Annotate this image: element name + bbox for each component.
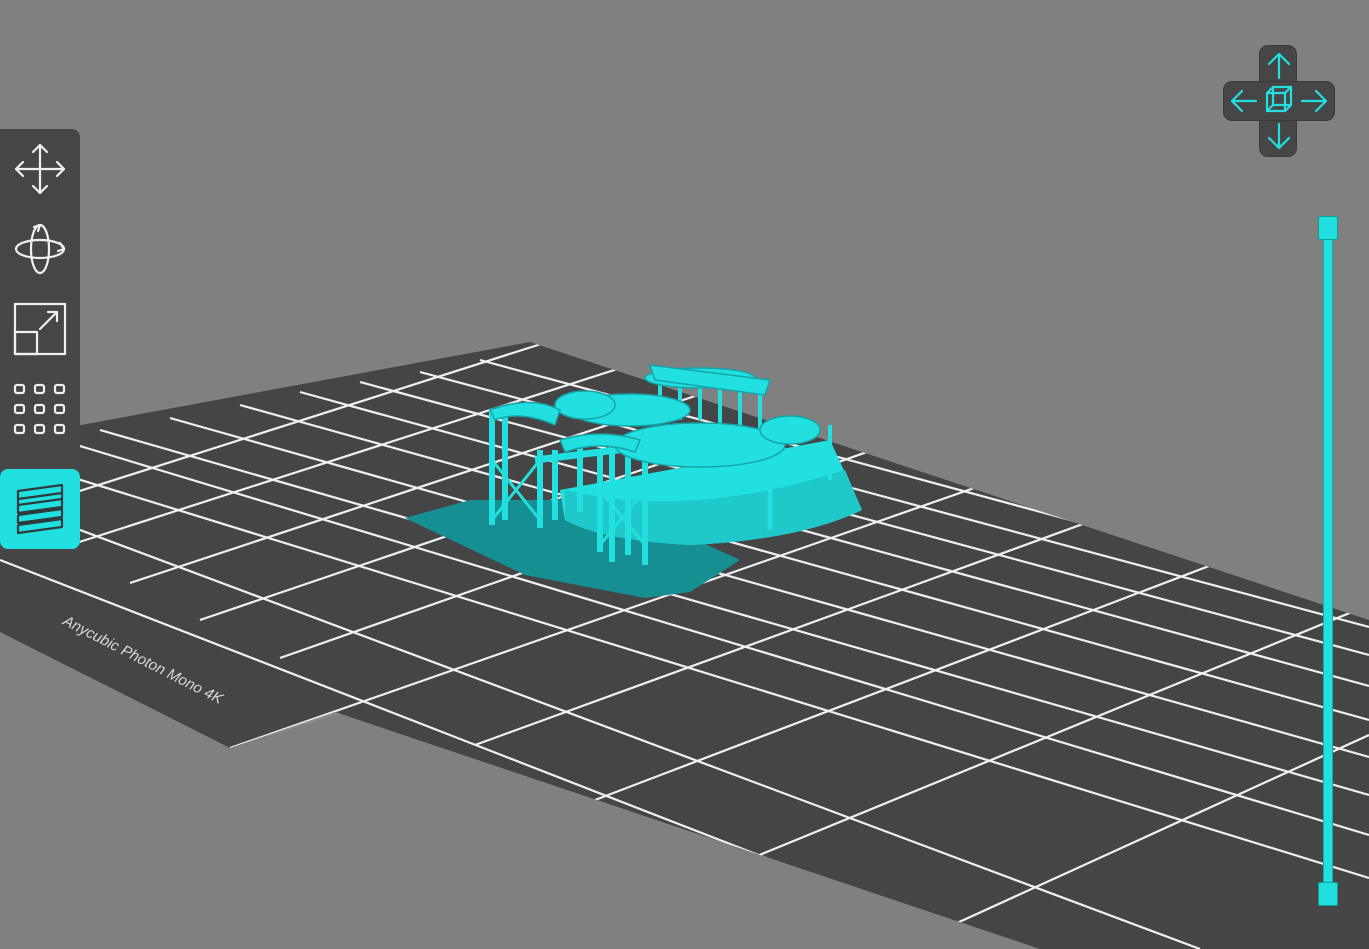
left-toolbar [0, 129, 80, 549]
view-down-arrow-icon[interactable] [1267, 122, 1291, 150]
arrange-tool-button[interactable] [6, 373, 74, 445]
scene-canvas[interactable]: Anycubic Photon Mono 4K [0, 0, 1369, 949]
scale-tool-button[interactable] [6, 293, 74, 365]
rotate-tool-button[interactable] [6, 213, 74, 285]
move-tool-button[interactable] [6, 133, 74, 205]
layers-tool-button[interactable] [0, 469, 80, 549]
layer-slider[interactable] [1316, 216, 1340, 906]
layer-slider-bottom-handle[interactable] [1318, 882, 1338, 906]
layer-slider-track[interactable] [1323, 238, 1333, 884]
layers-icon [16, 483, 64, 535]
view-navigation [1222, 44, 1336, 158]
scale-icon [13, 302, 67, 356]
rotate-icon [14, 223, 66, 275]
layer-slider-top-handle[interactable] [1318, 216, 1338, 240]
view-left-arrow-icon[interactable] [1230, 89, 1258, 113]
3d-viewport[interactable]: Anycubic Photon Mono 4K [0, 0, 1369, 949]
view-right-arrow-icon[interactable] [1300, 89, 1328, 113]
view-cube-icon[interactable] [1265, 85, 1293, 113]
move-arrows-icon [14, 143, 66, 195]
view-nav-icons [1230, 52, 1328, 150]
grid-dots-icon [13, 383, 66, 435]
view-up-arrow-icon[interactable] [1267, 52, 1291, 80]
